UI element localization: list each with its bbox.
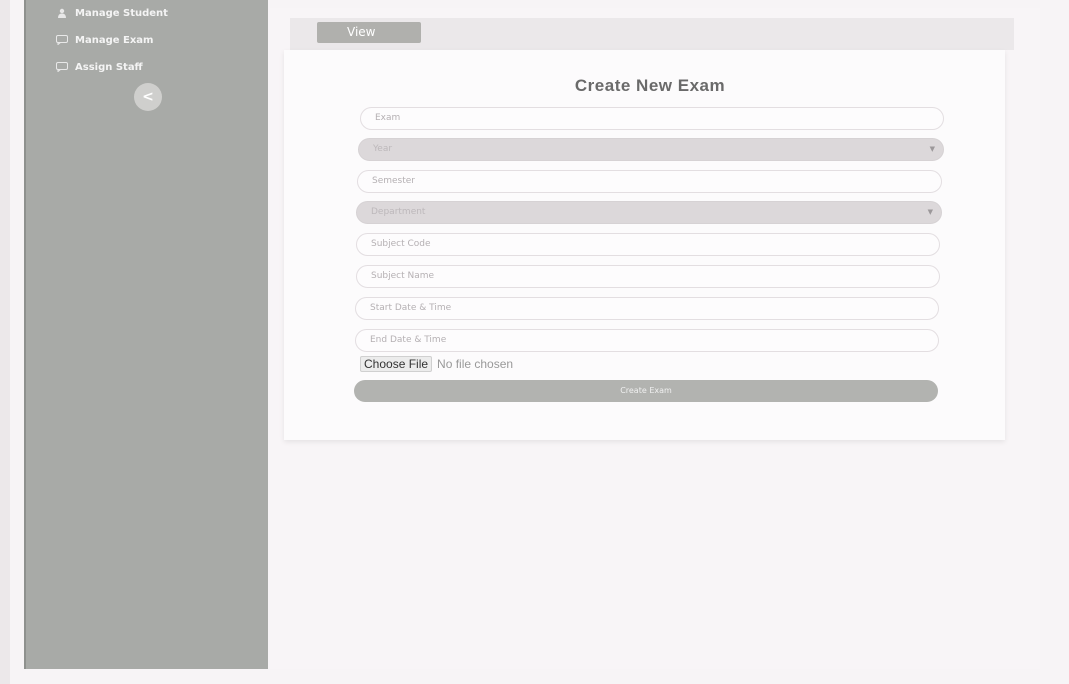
view-tab[interactable]: View (317, 22, 421, 43)
start-datetime-input[interactable]: Start Date & Time (355, 297, 939, 320)
sidebar-collapse-button[interactable]: < (134, 83, 162, 111)
file-status: No file chosen (437, 357, 514, 371)
year-select-label: Year (373, 144, 393, 154)
sidebar-item-label: Assign Staff (75, 61, 143, 73)
subject-code-input[interactable]: Subject Code (356, 233, 940, 256)
chevron-down-icon: ▼ (927, 208, 933, 216)
chat-icon (56, 35, 68, 45)
end-datetime-input[interactable]: End Date & Time (355, 329, 939, 352)
sidebar-item-label: Manage Student (75, 7, 168, 19)
year-select[interactable]: Year ▼ (358, 138, 944, 161)
create-exam-button[interactable]: Create Exam (354, 380, 938, 402)
page-edge (0, 0, 10, 684)
sidebar-item-assign-staff[interactable]: Assign Staff (56, 57, 143, 77)
department-select-label: Department (371, 207, 426, 217)
sidebar-item-manage-exam[interactable]: Manage Exam (56, 30, 153, 50)
exam-input[interactable]: Exam (360, 107, 944, 130)
form-title: Create New Exam (574, 76, 726, 95)
person-icon (56, 8, 68, 18)
choose-file-button[interactable]: Choose File (360, 356, 433, 372)
chevron-down-icon: ▼ (929, 145, 935, 153)
sidebar-item-manage-student[interactable]: Manage Student (56, 3, 168, 23)
sidebar: Manage Student Manage Exam Assign Staff … (24, 0, 268, 669)
department-select[interactable]: Department ▼ (356, 201, 942, 224)
sidebar-item-label: Manage Exam (75, 34, 154, 46)
file-upload: Choose File No file chosen (360, 356, 513, 372)
semester-input[interactable]: Semester (357, 170, 942, 193)
chat-icon (56, 62, 68, 72)
subject-name-input[interactable]: Subject Name (356, 265, 940, 288)
